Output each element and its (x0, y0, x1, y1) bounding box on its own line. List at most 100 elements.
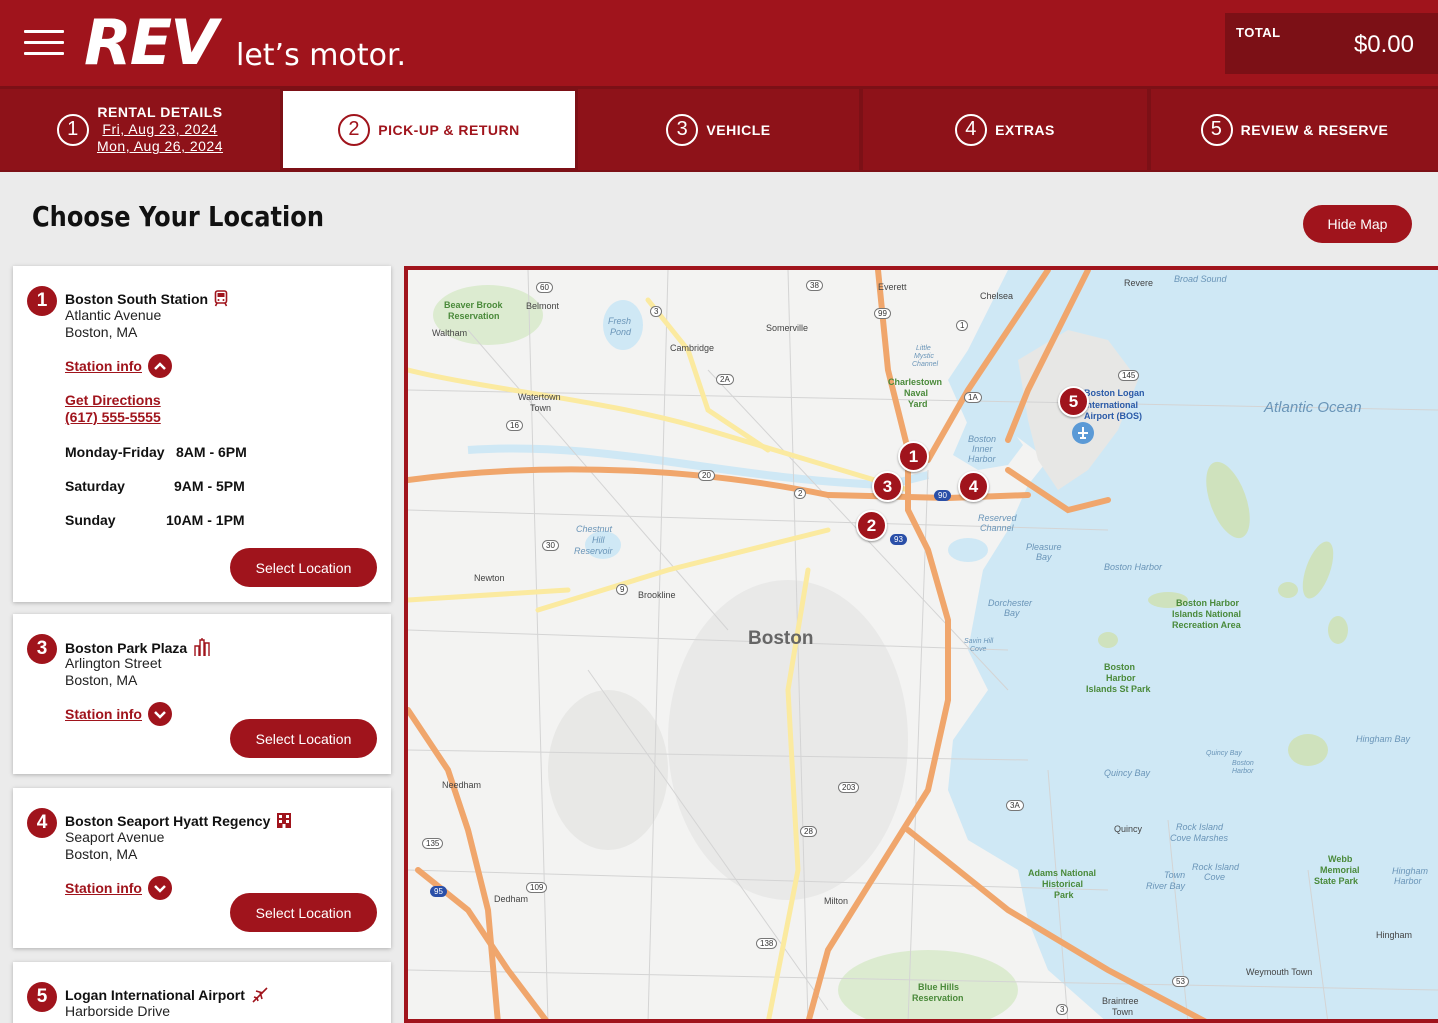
location-card-3: 3 Boston Park Plaza Arlington Street Bos… (13, 614, 391, 774)
station-info-toggle[interactable]: Station info (65, 354, 172, 378)
total-label: TOTAL (1236, 25, 1281, 40)
hotel-icon (277, 813, 292, 828)
airplane-icon (252, 987, 268, 1003)
map-label: Harbor (1394, 876, 1422, 886)
hours-time: 8AM - 6PM (176, 444, 247, 460)
map-label: Airport (BOS) (1084, 411, 1142, 421)
map-label: Webb (1328, 854, 1353, 864)
map-label: Town (1164, 870, 1186, 880)
map-label: International (1084, 400, 1139, 410)
location-name: Boston Seaport Hyatt Regency (65, 812, 292, 829)
map-label: Park (1054, 890, 1074, 900)
location-map[interactable]: Everett Chelsea Revere Broad Sound Beave… (404, 266, 1438, 1023)
step-number: 5 (1200, 113, 1233, 146)
map-label: Naval (904, 388, 929, 398)
map-label: Harbor (1106, 673, 1136, 683)
route-shield: 203 (838, 782, 860, 793)
pickup-date-link[interactable]: Fri, Aug 23, 2024 (102, 121, 217, 138)
step-number: 2 (338, 113, 371, 146)
map-label: Broad Sound (1174, 274, 1227, 284)
map-label: Brookline (638, 590, 676, 600)
route-shield: 99 (874, 308, 891, 319)
step-vehicle[interactable]: 3 VEHICLE (578, 89, 859, 170)
logo-tagline: let’s motor. (236, 38, 407, 73)
map-label: Rock Island (1192, 862, 1240, 872)
map-pin-5[interactable]: 5 (1058, 386, 1089, 417)
hide-map-button[interactable]: Hide Map (1303, 205, 1412, 243)
map-label: Boston Logan (1084, 388, 1145, 398)
map-label: Recreation Area (1172, 620, 1241, 630)
map-label: Cove (970, 646, 987, 653)
map-label: Reservation (448, 311, 500, 321)
city-icon (194, 638, 210, 656)
step-extras[interactable]: 4 EXTRAS (863, 89, 1147, 170)
map-label: Revere (1124, 278, 1154, 288)
chevron-up-icon[interactable] (148, 354, 172, 378)
location-number-badge: 3 (27, 634, 57, 664)
route-shield: 53 (1172, 976, 1189, 987)
map-pin-2[interactable]: 2 (856, 510, 887, 541)
rev-logo[interactable]: REV let’s motor. (84, 10, 444, 76)
route-shield: 138 (756, 938, 778, 949)
train-icon (214, 290, 228, 307)
station-info-link[interactable]: Station info (65, 358, 142, 374)
route-shield: 2A (716, 374, 734, 385)
progress-steps: 1 RENTAL DETAILS Fri, Aug 23, 2024 Mon, … (0, 86, 1438, 172)
map-label: Reservation (912, 993, 964, 1003)
get-directions-link[interactable]: Get Directions (65, 392, 161, 408)
chevron-down-icon[interactable] (148, 702, 172, 726)
station-info-link[interactable]: Station info (65, 880, 142, 896)
step-pickup-return[interactable]: 2 PICK-UP & RETURN (283, 91, 575, 168)
phone-link[interactable]: (617) 555-5555 (65, 409, 161, 425)
map-label: Islands St Park (1086, 684, 1151, 694)
map-label: Milton (824, 896, 849, 906)
map-pin-3[interactable]: 3 (872, 471, 903, 502)
route-shield: 1A (964, 392, 982, 403)
select-location-button[interactable]: Select Location (230, 893, 377, 932)
location-street: Arlington Street (65, 655, 162, 671)
map-label: Town (1112, 1007, 1134, 1017)
top-header: REV let’s motor. TOTAL $0.00 (0, 0, 1438, 86)
map-label: Waltham (432, 328, 468, 338)
location-name: Logan International Airport (65, 986, 269, 1004)
map-pin-4[interactable]: 4 (958, 471, 989, 502)
station-info-toggle[interactable]: Station info (65, 702, 172, 726)
chevron-down-icon[interactable] (148, 876, 172, 900)
map-label: Cove Marshes (1170, 833, 1229, 843)
map-label: Rock Island (1176, 822, 1224, 832)
map-label: Cambridge (670, 343, 715, 353)
route-shield: 60 (536, 282, 553, 293)
location-name-text: Boston South Station (65, 290, 209, 307)
map-label: Harbor (968, 454, 996, 464)
step-rental-details[interactable]: 1 RENTAL DETAILS Fri, Aug 23, 2024 Mon, … (0, 89, 280, 170)
route-shield: 30 (542, 540, 559, 551)
location-name-text: Boston Park Plaza (65, 639, 188, 656)
map-label: Somerville (766, 323, 809, 333)
map-pin-1[interactable]: 1 (898, 441, 929, 472)
map-label: Cove (1204, 872, 1226, 882)
map-label: Weymouth Town (1246, 967, 1313, 977)
select-location-button[interactable]: Select Location (230, 719, 377, 758)
location-card-1: 1 Boston South Station Atlantic Avenue B… (13, 266, 391, 602)
map-label: Boston Harbor (1104, 562, 1163, 572)
route-shield: 16 (506, 420, 523, 431)
page-title: Choose Your Location (32, 200, 324, 233)
map-label: Everett (878, 282, 907, 292)
select-location-button[interactable]: Select Location (230, 548, 377, 587)
map-label: Channel (912, 361, 939, 368)
map-label: Chestnut (576, 524, 613, 534)
map-label: Mystic (914, 353, 934, 360)
station-info-link[interactable]: Station info (65, 706, 142, 722)
map-label: Little (916, 345, 931, 352)
location-street: Seaport Avenue (65, 829, 165, 845)
order-total: TOTAL $0.00 (1225, 13, 1438, 74)
location-city: Boston, MA (65, 846, 138, 862)
station-info-toggle[interactable]: Station info (65, 876, 172, 900)
return-date-link[interactable]: Mon, Aug 26, 2024 (97, 138, 223, 155)
map-label: Hingham (1392, 866, 1429, 876)
map-label: Inner (972, 444, 993, 454)
location-name-text: Logan International Airport (65, 987, 245, 1003)
logo-wordmark: REV (84, 6, 218, 79)
step-review-reserve[interactable]: 5 REVIEW & RESERVE (1151, 89, 1438, 170)
menu-icon[interactable] (24, 30, 64, 56)
